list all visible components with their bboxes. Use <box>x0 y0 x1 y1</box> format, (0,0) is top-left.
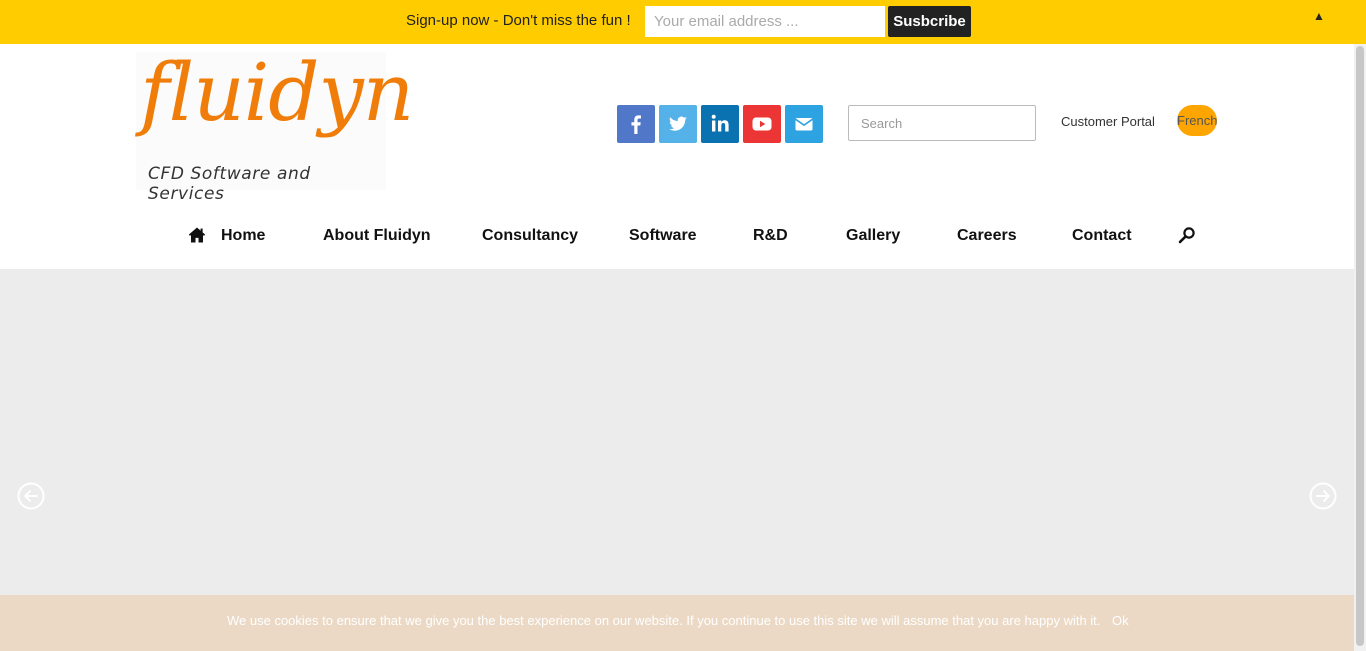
nav-consultancy[interactable]: Consultancy <box>482 227 578 245</box>
nav-home[interactable]: Home <box>221 227 265 245</box>
language-french-button[interactable]: French <box>1177 105 1217 136</box>
nav-rnd[interactable]: R&D <box>753 227 788 245</box>
logo-tagline: CFD Software and Services <box>148 164 311 204</box>
signup-message: Sign-up now - Don't miss the fun ! <box>406 12 631 29</box>
nav-software[interactable]: Software <box>629 227 697 245</box>
nav-contact[interactable]: Contact <box>1072 227 1132 245</box>
facebook-icon <box>631 115 641 134</box>
facebook-link[interactable] <box>617 105 655 143</box>
cookie-text: We use cookies to ensure that we give yo… <box>227 613 1101 628</box>
subscribe-button[interactable]: Susbcribe <box>888 6 971 37</box>
linkedin-link[interactable] <box>701 105 739 143</box>
nav-gallery[interactable]: Gallery <box>846 227 900 245</box>
scrollbar-thumb[interactable] <box>1356 46 1364 646</box>
twitter-icon <box>669 116 687 131</box>
linkedin-icon <box>711 114 729 132</box>
youtube-link[interactable] <box>743 105 781 143</box>
cookie-ok-button[interactable]: Ok <box>1112 613 1129 628</box>
cookie-banner: We use cookies to ensure that we give yo… <box>0 595 1354 651</box>
collapse-bar-button[interactable]: ▲ <box>1313 9 1325 23</box>
hero-slider <box>0 269 1354 651</box>
email-input[interactable] <box>645 6 885 37</box>
home-icon[interactable] <box>188 226 206 244</box>
header-search-input[interactable] <box>848 105 1036 141</box>
main-nav: Home About Fluidyn Consultancy Software … <box>0 214 1366 258</box>
email-link[interactable] <box>785 105 823 143</box>
envelope-icon <box>795 118 813 131</box>
customer-portal-link[interactable]: Customer Portal <box>1061 114 1155 129</box>
site-logo[interactable]: fluidyn CFD Software and Services <box>136 46 414 204</box>
arrow-right-circle-icon[interactable] <box>1309 482 1337 510</box>
signup-bar: Sign-up now - Don't miss the fun ! Susbc… <box>0 0 1366 44</box>
nav-about[interactable]: About Fluidyn <box>323 227 431 245</box>
youtube-icon <box>752 117 772 131</box>
twitter-link[interactable] <box>659 105 697 143</box>
nav-careers[interactable]: Careers <box>957 227 1017 245</box>
logo-script: fluidyn <box>140 46 414 139</box>
search-icon[interactable] <box>1178 226 1196 244</box>
arrow-left-circle-icon[interactable] <box>17 482 45 510</box>
